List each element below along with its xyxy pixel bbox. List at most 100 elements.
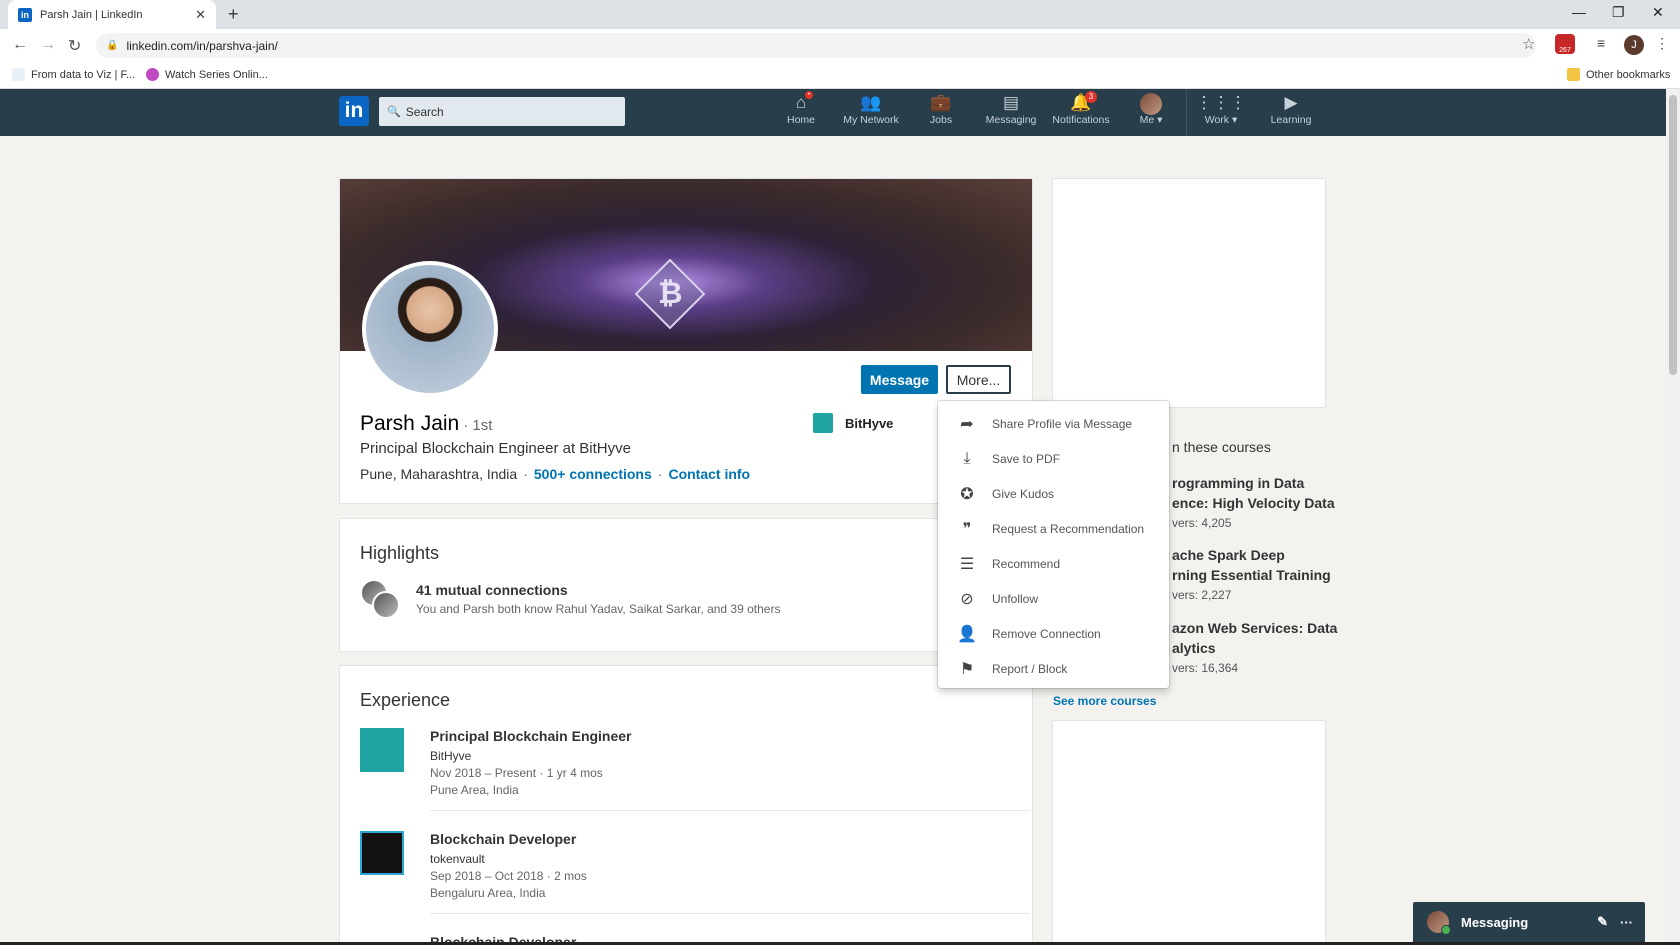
profile-location: Pune, Maharashtra, India [360,466,518,482]
linkedin-favicon-icon: in [18,7,32,22]
award-icon: ✪ [960,485,974,503]
profile-photo[interactable] [362,261,498,397]
nav-label: Jobs [929,114,953,126]
nav-learning[interactable]: ▶ Learning [1256,92,1326,126]
linkedin-logo-icon[interactable]: in [339,96,369,126]
me-avatar [1116,92,1186,115]
course-item[interactable]: rogramming in Data ence: High Velocity D… [1172,473,1335,533]
dropdown-remove-connection[interactable]: 👤 Remove Connection [938,616,1169,651]
nav-home[interactable]: ⌂ • Home [766,91,836,126]
bookmark-label: From data to Viz | F... [31,68,136,81]
tab-close-icon[interactable]: ✕ [195,7,206,23]
nav-label: Notifications [1052,114,1110,126]
home-icon: ⌂ • [766,91,836,114]
experience-item[interactable]: Blockchain Developer tokenvault Sep 2018… [360,831,1010,911]
course-item[interactable]: ache Spark Deep rning Essential Training… [1172,545,1331,605]
course-item[interactable]: azon Web Services: Data alytics vers: 16… [1172,618,1337,678]
dropdown-label: Give Kudos [992,486,1055,501]
divider [430,810,1030,811]
messaging-bar[interactable]: Messaging ✎ ··· [1413,902,1645,942]
dropdown-unfollow[interactable]: ⊘ Unfollow [938,581,1169,616]
ad-card [1052,178,1326,408]
course-title-1: azon Web Services: Data [1172,620,1338,636]
reload-icon[interactable]: ↻ [68,36,81,56]
folder-icon [1567,68,1580,81]
search-input[interactable]: 🔍 Search [379,97,625,126]
grid-icon: ⋮⋮⋮ [1195,93,1247,112]
nav-jobs[interactable]: 💼 Jobs [906,92,976,126]
dropdown-request-recommendation[interactable]: ❞ Request a Recommendation [938,511,1169,546]
job-company: BitHyve [430,749,472,763]
job-location: Bengaluru Area, India [430,886,546,900]
divider [430,913,1030,914]
nav-my-network[interactable]: 👥 My Network [836,92,906,126]
profile-headline: Principal Blockchain Engineer at BitHyve [360,440,631,457]
more-options-icon[interactable]: ··· [1620,915,1633,930]
dropdown-give-kudos[interactable]: ✪ Give Kudos [938,476,1169,511]
flag-icon: ⚑ [959,660,975,678]
course-title-2: rning Essential Training [1172,567,1331,583]
bookmark-item[interactable]: Watch Series Onlin... [146,68,268,81]
contact-info-link[interactable]: Contact info [668,466,750,482]
address-bar-row: ← → ↻ 🔒 linkedin.com/in/parshva-jain/ ☆ … [0,29,1680,62]
url-text: linkedin.com/in/parshva-jain/ [126,38,278,53]
browser-menu-icon[interactable]: ⋮ [1655,35,1669,52]
chat-icon: ▤ [1002,93,1020,112]
restore-icon[interactable]: ❐ [1612,4,1625,21]
messaging-avatar [1427,911,1451,935]
play-screen-icon: ▶ [1284,93,1298,112]
job-title: Blockchain Developer [430,831,577,847]
nav-messaging[interactable]: ▤ Messaging [976,92,1046,126]
connection-degree: · 1st [463,417,493,434]
mutual-connections-link[interactable]: 41 mutual connections [416,582,568,598]
play-icon [146,68,159,81]
nav-notifications[interactable]: 🔔 3 Notifications [1046,91,1116,126]
see-more-courses-link[interactable]: See more courses [1053,694,1156,708]
more-button[interactable]: More... [946,365,1011,394]
courses-title: n these courses [1172,439,1271,455]
current-company[interactable]: BitHyve [813,413,893,433]
nav-label: Work ▾ [1204,114,1238,126]
dropdown-save-pdf[interactable]: ⤓ Save to PDF [938,441,1169,476]
people-icon: 👥 [860,93,882,112]
dropdown-recommend[interactable]: ☰ Recommend [938,546,1169,581]
page-scrollbar[interactable] [1666,89,1680,945]
message-button[interactable]: Message [861,365,938,394]
download-icon: ⤓ [963,449,971,467]
extension-icon[interactable]: 267 [1555,34,1575,54]
nav-me[interactable]: Me ▾ [1116,92,1186,126]
forward-icon[interactable]: → [40,36,56,54]
back-icon[interactable]: ← [12,36,28,54]
bookmark-star-icon[interactable]: ☆ [1522,35,1535,53]
dropdown-label: Recommend [992,556,1061,571]
nav-work[interactable]: ⋮⋮⋮ Work ▾ [1186,92,1256,126]
url-field[interactable]: 🔒 linkedin.com/in/parshva-jain/ [96,33,1536,58]
dropdown-share-profile[interactable]: ➦ Share Profile via Message [938,406,1169,441]
dropdown-report-block[interactable]: ⚑ Report / Block [938,651,1169,686]
scroll-thumb[interactable] [1669,95,1677,375]
new-tab-button[interactable]: + [228,4,239,25]
mutual-connections-desc: You and Parsh both know Rahul Yadav, Sai… [416,602,781,616]
linkedin-header: in 🔍 Search ⌂ • Home 👥 My Network 💼 Jobs … [0,89,1666,136]
course-viewers: vers: 16,364 [1172,661,1239,675]
highlights-title: Highlights [360,543,440,563]
course-viewers: vers: 2,227 [1172,588,1232,602]
compose-icon[interactable]: ✎ [1597,914,1608,930]
browser-tab[interactable]: in Parsh Jain | LinkedIn ✕ [8,0,216,29]
tab-title: Parsh Jain | LinkedIn [40,8,143,21]
course-title-1: ache Spark Deep [1172,547,1285,563]
minimize-icon[interactable]: — [1572,4,1586,20]
dropdown-label: Unfollow [992,591,1039,606]
course-title-2: ence: High Velocity Data [1172,495,1335,511]
nav-label: Learning [1270,114,1312,126]
more-dropdown-menu: ➦ Share Profile via Message ⤓ Save to PD… [938,401,1169,688]
connections-link[interactable]: 500+ connections [534,466,652,482]
other-bookmarks[interactable]: Other bookmarks [1567,68,1670,81]
window-close-icon[interactable]: ✕ [1652,4,1664,21]
experience-item[interactable]: Principal Blockchain Engineer BitHyve No… [360,728,1010,808]
comment-icon: ☰ [959,555,975,573]
reading-list-icon[interactable]: ≡ [1597,35,1605,51]
browser-profile-avatar[interactable]: J [1624,35,1644,55]
experience-title: Experience [360,690,451,710]
bookmark-item[interactable]: From data to Viz | F... [12,68,135,81]
